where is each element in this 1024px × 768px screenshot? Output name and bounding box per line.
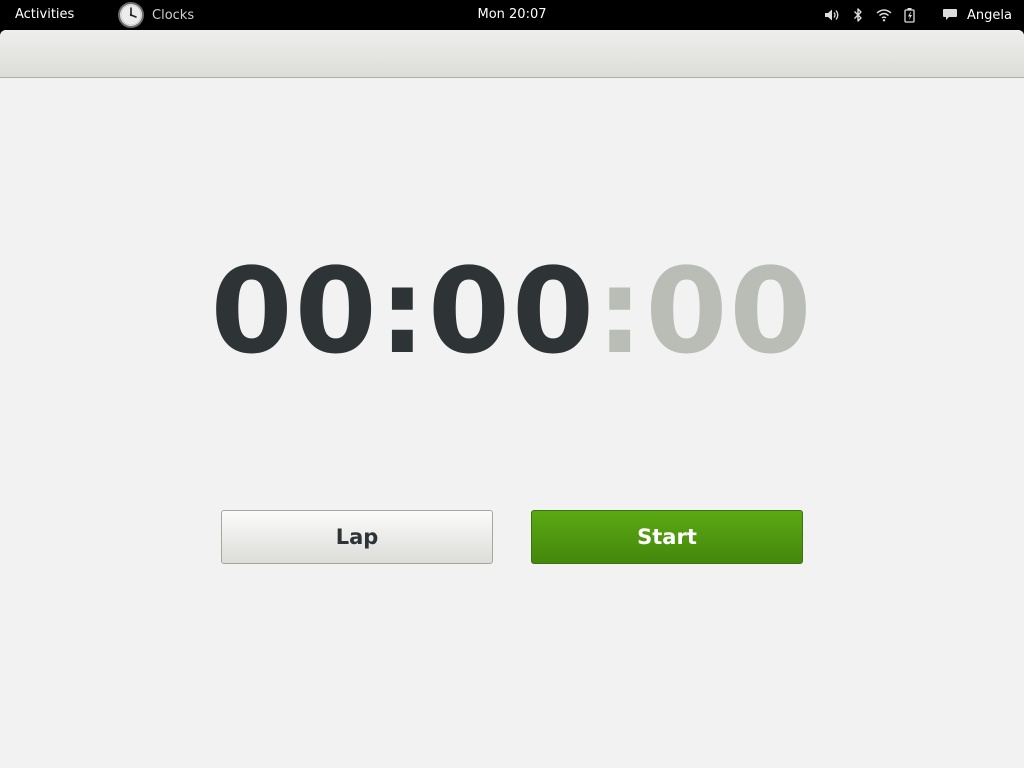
stopwatch-hours: 00: [210, 242, 379, 380]
battery-icon[interactable]: [901, 0, 919, 30]
stopwatch-seconds: 00: [645, 242, 814, 380]
wifi-icon[interactable]: [875, 0, 893, 30]
header-bar: [0, 30, 1024, 78]
stopwatch-separator: :: [596, 242, 646, 380]
volume-icon[interactable]: [823, 0, 841, 30]
stopwatch-separator: :: [378, 242, 428, 380]
bluetooth-icon[interactable]: [849, 0, 867, 30]
top-bar: Activities Clocks Mon 20:07 Angela: [0, 0, 1024, 30]
stopwatch-minutes: 00: [427, 242, 597, 380]
stopwatch-display: 00:00:00: [0, 252, 1024, 370]
clocks-window: 00:00:00 Lap Start: [0, 30, 1024, 768]
user-menu[interactable]: Angela: [967, 8, 1012, 23]
clock-label[interactable]: Mon 20:07: [477, 7, 546, 22]
lap-button[interactable]: Lap: [221, 510, 493, 564]
start-button[interactable]: Start: [531, 510, 803, 564]
chat-icon[interactable]: [941, 0, 959, 30]
status-area: Angela: [815, 0, 1012, 30]
